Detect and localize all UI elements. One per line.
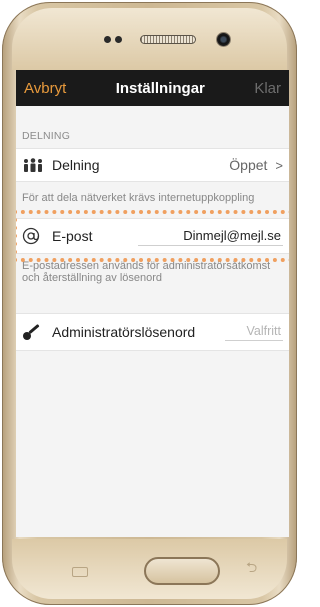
chevron-right-icon: > xyxy=(275,157,283,173)
settings-content: DELNING Delning Öppet > För att dela nät… xyxy=(16,106,289,537)
sharing-label: Delning xyxy=(52,157,100,173)
phone-bottom-bezel: ⮌ xyxy=(12,539,287,599)
home-button[interactable] xyxy=(144,557,220,585)
sharing-row[interactable]: Delning Öppet > xyxy=(16,148,289,182)
admin-password-label: Administratörslösenord xyxy=(52,323,196,340)
phone-frame: Avbryt Inställningar Klar DELNING Delnin… xyxy=(2,2,297,605)
recent-apps-key[interactable] xyxy=(72,567,88,577)
page-title: Inställningar xyxy=(115,79,205,97)
sharing-value: Öppet xyxy=(229,157,268,173)
email-row: E-post xyxy=(16,217,289,254)
people-group-icon xyxy=(22,158,44,172)
email-label: E-post xyxy=(52,227,93,244)
navigation-bar: Avbryt Inställningar Klar xyxy=(16,70,289,106)
admin-password-row: Administratörslösenord xyxy=(16,312,289,351)
cancel-button[interactable]: Avbryt xyxy=(24,80,66,97)
at-sign-icon xyxy=(22,227,44,245)
email-section: E-post xyxy=(16,209,289,262)
sensor-dot xyxy=(104,36,111,43)
screen: Avbryt Inställningar Klar DELNING Delnin… xyxy=(16,70,289,537)
sharing-note: För att dela nätverket krävs internetupp… xyxy=(22,192,255,204)
sensor-dots xyxy=(104,36,122,43)
earpiece-speaker xyxy=(140,35,196,44)
back-key-icon[interactable]: ⮌ xyxy=(246,557,257,581)
email-note: E-postadressen används för administratör… xyxy=(22,259,271,285)
done-button[interactable]: Klar xyxy=(254,80,281,97)
front-camera xyxy=(216,32,231,47)
key-icon xyxy=(22,323,44,341)
phone-top-bezel xyxy=(12,8,287,70)
email-input[interactable] xyxy=(138,225,283,246)
sensor-dot xyxy=(115,36,122,43)
admin-password-input[interactable] xyxy=(225,322,283,341)
section-header-sharing: DELNING xyxy=(22,130,71,142)
